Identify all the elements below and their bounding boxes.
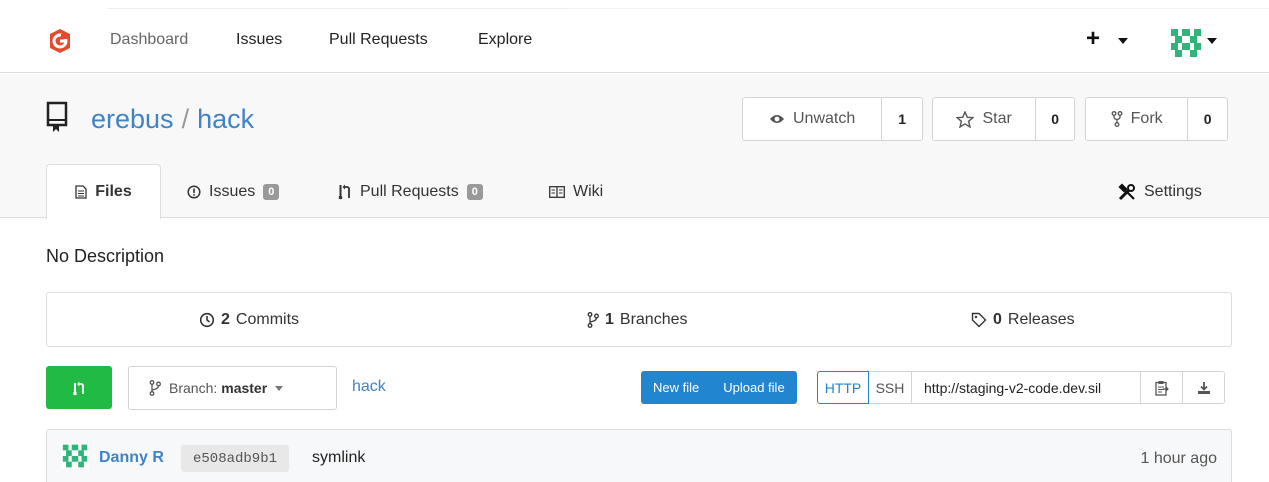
pulls-count-badge: 0 (466, 183, 483, 200)
top-navbar: Dashboard Issues Pull Requests Explore + (0, 0, 1269, 73)
repo-stats-bar: 2 Commits 1 Branches 0 Releases (46, 292, 1232, 347)
repo-separator: / (181, 104, 190, 134)
fork-button[interactable]: Fork (1086, 98, 1189, 140)
commit-author-link[interactable]: Danny R (99, 449, 164, 467)
git-compare-icon (73, 381, 84, 395)
repo-name-link[interactable]: hack (197, 104, 254, 134)
branch-selector[interactable]: Branch: master (128, 366, 337, 410)
latest-commit-bar: Danny R e508adb9b1 symlink 1 hour ago (46, 429, 1232, 482)
fork-button-group: Fork 0 (1085, 97, 1228, 141)
releases-label: Releases (1007, 311, 1075, 328)
git-branch-icon (149, 380, 161, 396)
tab-wiki[interactable]: Wiki (549, 164, 603, 219)
tab-files-label: Files (95, 183, 132, 200)
issues-count-badge: 0 (263, 183, 280, 200)
branches-count: 1 (605, 311, 614, 328)
tab-issues-label: Issues (209, 182, 256, 200)
branches-stat-link[interactable]: 1 Branches (587, 311, 688, 329)
clippy-icon (1154, 380, 1169, 396)
nav-pull-requests-link[interactable]: Pull Requests (329, 31, 428, 49)
star-label: Star (982, 110, 1012, 127)
compare-button[interactable] (46, 366, 112, 409)
stars-count[interactable]: 0 (1036, 98, 1074, 140)
book-icon (549, 185, 565, 198)
tab-wiki-label: Wiki (573, 182, 604, 200)
star-button-group: Star 0 (932, 97, 1075, 141)
branch-name: master (221, 380, 268, 396)
upload-file-button[interactable]: Upload file (711, 371, 796, 404)
commit-timestamp: 1 hour ago (1140, 450, 1217, 467)
unwatch-button[interactable]: Unwatch (743, 98, 883, 140)
commit-author-avatar[interactable] (61, 443, 89, 469)
tab-issues[interactable]: Issues 0 (187, 164, 280, 219)
nav-explore-link[interactable]: Explore (478, 31, 532, 49)
ssh-clone-button[interactable]: SSH (868, 371, 912, 404)
download-button[interactable] (1182, 371, 1225, 404)
file-text-icon (75, 185, 87, 199)
download-icon (1197, 381, 1210, 394)
repo-description: No Description (46, 246, 165, 266)
repo-path-link[interactable]: hack (352, 378, 386, 396)
watch-button-group: Unwatch 1 (742, 97, 923, 141)
branches-label: Branches (619, 311, 688, 328)
repo-title: erebus / hack (91, 104, 254, 135)
chevron-down-icon (275, 385, 284, 391)
http-clone-button[interactable]: HTTP (817, 371, 869, 404)
repo-owner-link[interactable]: erebus (91, 104, 174, 134)
navbar-divider (108, 8, 566, 9)
watchers-count[interactable]: 1 (882, 98, 922, 140)
repo-header: erebus / hack Unwatch 1 Star 0 Fork 0 Fi… (0, 74, 1269, 219)
releases-count: 0 (993, 311, 1002, 328)
eye-icon (769, 115, 784, 123)
history-icon (199, 312, 215, 328)
branch-prefix-label: Branch: (169, 380, 218, 396)
commit-message-link[interactable]: symlink (312, 449, 365, 467)
new-file-button[interactable]: New file (641, 371, 711, 404)
navbar-divider-2 (566, 8, 1269, 9)
chevron-down-icon[interactable] (1207, 38, 1217, 44)
nav-dashboard-link[interactable]: Dashboard (110, 31, 188, 49)
issue-opened-icon (187, 184, 201, 199)
commits-count: 2 (221, 311, 230, 328)
gogs-logo-icon[interactable] (48, 28, 72, 54)
create-new-menu-button[interactable]: + (1086, 25, 1100, 53)
file-actions-group: New file Upload file (641, 371, 797, 404)
git-branch-icon (587, 312, 599, 328)
tools-icon (1118, 182, 1135, 200)
commits-stat-link[interactable]: 2 Commits (199, 311, 299, 329)
commits-label: Commits (235, 311, 300, 328)
fork-label: Fork (1130, 110, 1163, 127)
copy-url-button[interactable] (1140, 371, 1183, 404)
fork-icon (1111, 111, 1123, 127)
tab-pull-requests-label: Pull Requests (360, 182, 459, 200)
tab-settings[interactable]: Settings (1118, 164, 1202, 219)
star-button[interactable]: Star (933, 98, 1037, 140)
user-avatar[interactable] (1169, 27, 1203, 59)
forks-count[interactable]: 0 (1188, 98, 1227, 140)
repo-tabs: Files Issues 0 Pull Requests 0 Wiki Sett… (0, 164, 1269, 219)
unwatch-label: Unwatch (792, 110, 856, 127)
nav-issues-link[interactable]: Issues (236, 31, 282, 49)
star-icon (956, 110, 975, 128)
git-pull-request-icon (338, 184, 350, 199)
clone-url-group: HTTP SSH http://staging-v2-code.dev.sil (817, 371, 1225, 404)
tag-icon (971, 312, 987, 328)
repo-book-icon (46, 101, 68, 132)
tab-files[interactable]: Files (46, 164, 161, 219)
tab-settings-label: Settings (1144, 182, 1202, 200)
clone-url-input[interactable]: http://staging-v2-code.dev.sil (911, 371, 1141, 404)
tab-pull-requests[interactable]: Pull Requests 0 (338, 164, 483, 219)
chevron-down-icon[interactable] (1118, 38, 1128, 44)
releases-stat-link[interactable]: 0 Releases (971, 311, 1075, 329)
commit-sha-link[interactable]: e508adb9b1 (181, 445, 290, 472)
